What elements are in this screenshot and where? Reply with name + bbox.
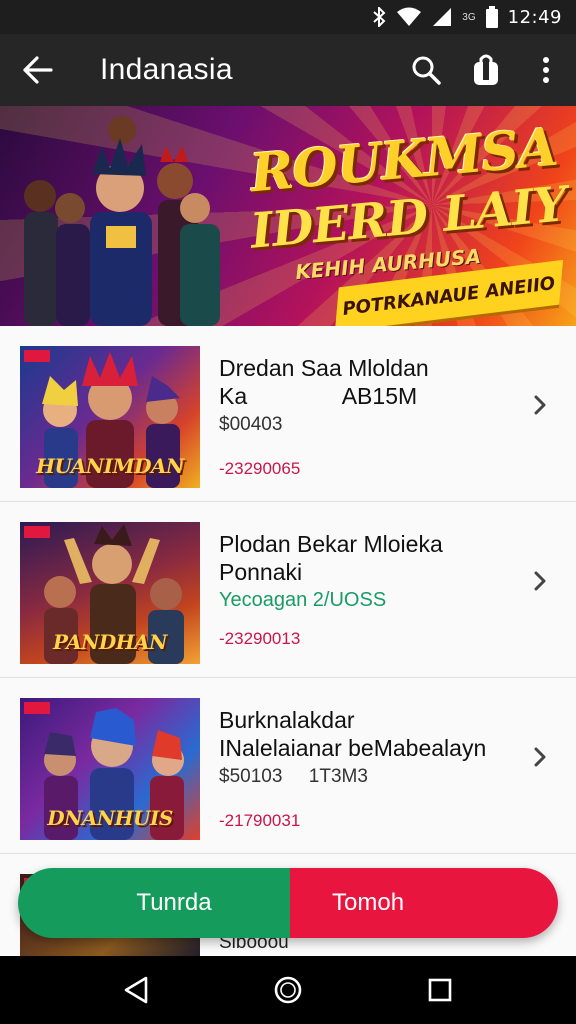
battery-icon <box>485 6 498 28</box>
item-subtitle: INalelaianar beMabealayn <box>219 735 487 761</box>
list-item[interactable]: DNANHUIS Burknalakdar INalelaianar beMab… <box>0 678 576 854</box>
app-bar: Indanasia <box>0 34 576 106</box>
item-title: Burknalakdar <box>219 707 355 733</box>
thumbnail-tag <box>24 526 50 538</box>
bag-button[interactable] <box>456 34 516 106</box>
item-details: Plodan Bekar Mloieka Ponnaki Yecoagan 2/… <box>219 530 519 650</box>
game-thumbnail: PANDHAN <box>20 522 200 664</box>
bag-icon <box>474 54 498 85</box>
more-vert-icon <box>543 57 549 83</box>
item-details: Dredan Saa Mloldan Ka AB15M $00403 -2329… <box>219 354 519 480</box>
nav-recents-icon <box>428 978 452 1002</box>
chevron-right-icon[interactable] <box>530 742 550 772</box>
status-bar: 3G 12:49 <box>0 0 576 34</box>
chevron-right-icon[interactable] <box>530 566 550 596</box>
nav-home-icon <box>274 976 302 1004</box>
item-price: $50103 1T3M3 <box>219 766 368 787</box>
nav-recents-button[interactable] <box>410 960 470 1020</box>
status-time: 12:49 <box>507 6 562 28</box>
item-price: $00403 <box>219 414 283 435</box>
thumbnail-caption: PANDHAN <box>53 630 167 654</box>
item-title: Dredan Saa Mloldan <box>219 355 429 381</box>
thumbnail-tag <box>24 702 50 714</box>
promo-banner[interactable]: ROUKMSA IDERD LAIY KEHIH AURHUSA POTRKAN… <box>0 106 576 326</box>
back-button[interactable] <box>0 34 76 106</box>
tunrda-button[interactable]: Tunrda <box>18 868 290 938</box>
list-item[interactable]: HUANIMDAN Dredan Saa Mloldan Ka AB15M $0… <box>0 326 576 502</box>
item-subtitle: Ponnaki <box>219 559 303 585</box>
game-thumbnail: DNANHUIS <box>20 698 200 840</box>
item-title: Plodan Bekar Mloieka <box>219 531 443 557</box>
back-arrow-icon <box>23 56 53 84</box>
banner-characters-image <box>24 116 220 326</box>
game-thumbnail: HUANIMDAN <box>20 346 200 488</box>
item-subtitle: Ka AB15M <box>219 383 418 409</box>
thumbnail-caption: HUANIMDAN <box>36 454 184 478</box>
item-details: Burknalakdar INalelaianar beMabealayn $5… <box>219 706 519 832</box>
bluetooth-icon <box>373 7 386 27</box>
signal-icon <box>433 8 452 26</box>
nav-home-button[interactable] <box>258 960 318 1020</box>
more-options-button[interactable] <box>516 34 576 106</box>
item-code: -21790031 <box>219 811 301 830</box>
page-title: Indanasia <box>100 53 233 86</box>
item-status: Yecoagan 2/UOSS <box>219 589 387 611</box>
network-type-label: 3G <box>462 11 476 23</box>
chevron-right-icon[interactable] <box>530 390 550 420</box>
search-button[interactable] <box>396 34 456 106</box>
tomoh-button[interactable]: Tomoh <box>290 868 558 938</box>
thumbnail-caption: DNANHUIS <box>47 806 173 830</box>
thumbnail-tag <box>24 350 50 362</box>
item-code: -23290065 <box>219 459 301 478</box>
item-code: -23290013 <box>219 629 301 648</box>
wifi-icon <box>397 7 422 26</box>
list-item[interactable]: PANDHAN Plodan Bekar Mloieka Ponnaki Yec… <box>0 502 576 678</box>
nav-back-button[interactable] <box>106 960 166 1020</box>
system-nav-bar <box>0 956 576 1024</box>
search-icon <box>412 56 441 85</box>
nav-back-icon <box>124 976 148 1004</box>
action-pill: Tunrda Tomoh <box>18 868 558 938</box>
